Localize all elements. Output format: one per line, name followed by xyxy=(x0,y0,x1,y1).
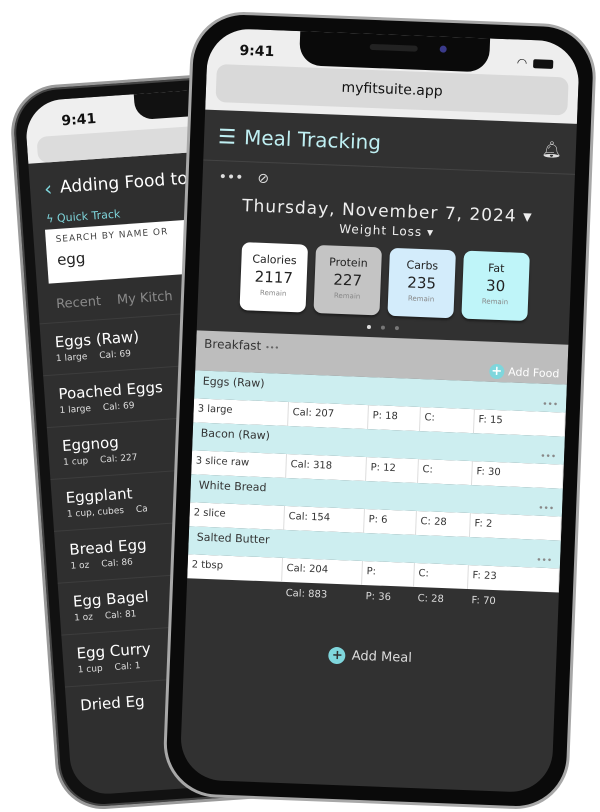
result-serving: 1 cup xyxy=(77,663,104,676)
battery-icon xyxy=(533,58,554,69)
food-protein: P: 18 xyxy=(368,405,421,432)
carousel-dot[interactable] xyxy=(394,326,400,331)
front-phone-frame: 9:41 ◠ myfitsuite.app ☰ Meal Tracking 🔔︎… xyxy=(161,10,598,812)
lightning-icon: ϟ xyxy=(45,212,54,226)
food-serving: 2 slice xyxy=(189,502,286,530)
page-title: Meal Tracking xyxy=(243,125,382,155)
card-label: Carbs xyxy=(406,258,439,273)
card-value: 235 xyxy=(407,273,437,293)
food-carbs: C: xyxy=(414,562,469,590)
card-sub: Remain xyxy=(333,291,361,301)
total-fat: F: 70 xyxy=(471,595,496,608)
more-options-icon[interactable]: ••• xyxy=(218,169,243,186)
food-list: Eggs (Raw) ••• 3 large Cal: 207 P: 18 C:… xyxy=(187,370,567,593)
result-calories: Cal: 86 xyxy=(100,557,134,570)
url-bar[interactable]: myfitsuite.app xyxy=(215,63,569,116)
plus-circle-icon: + xyxy=(328,646,347,665)
food-more-icon[interactable]: ••• xyxy=(536,556,552,567)
carousel-dot[interactable] xyxy=(380,325,386,330)
food-calories: Cal: 318 xyxy=(286,453,367,482)
food-more-icon[interactable]: ••• xyxy=(538,504,554,515)
macro-cards: Calories 2117 Remain Protein 227 Remain Ca… xyxy=(198,240,572,322)
food-serving: 2 tbsp xyxy=(187,554,284,582)
result-serving: 1 cup, cubes xyxy=(66,505,125,520)
plus-circle-icon: + xyxy=(488,363,505,380)
result-calories: Cal: 69 xyxy=(98,349,132,362)
food-protein: P: 6 xyxy=(364,509,417,535)
card-label: Protein xyxy=(328,255,368,270)
notch xyxy=(298,31,491,73)
total-calories: Cal: 883 xyxy=(285,588,328,601)
status-time: 9:41 xyxy=(60,110,97,130)
food-fat: F: 30 xyxy=(471,461,564,489)
status-time: 9:41 xyxy=(239,42,275,61)
food-calories: Cal: 207 xyxy=(288,402,369,430)
total-protein: P: 36 xyxy=(365,591,392,604)
status-icons: ◠ xyxy=(516,55,554,71)
front-phone-screen: 9:41 ◠ myfitsuite.app ☰ Meal Tracking 🔔︎… xyxy=(179,27,581,794)
back-chevron-icon[interactable]: ‹ xyxy=(43,176,53,200)
card-value: 2117 xyxy=(254,267,294,288)
food-more-icon[interactable]: ••• xyxy=(540,452,556,463)
food-fat: F: 15 xyxy=(473,409,566,437)
card-label: Fat xyxy=(487,261,505,276)
food-name: Bacon (Raw) xyxy=(200,426,271,443)
meal-section: Breakfast ••• + Add Food Eggs (Raw) ••• … xyxy=(186,330,569,615)
add-meal-button[interactable]: + Add Meal xyxy=(184,641,556,672)
chevron-down-icon: ▾ xyxy=(426,225,435,240)
macro-card-carbs[interactable]: Carbs 235 Remain xyxy=(387,247,456,319)
food-protein: P: xyxy=(362,560,415,587)
food-serving: 3 large xyxy=(193,398,290,426)
card-sub: Remain xyxy=(407,294,435,304)
food-name: Salted Butter xyxy=(196,530,270,547)
food-serving: 3 slice raw xyxy=(191,450,288,478)
hamburger-menu-icon[interactable]: ☰ xyxy=(218,124,237,149)
result-serving: 1 cup xyxy=(62,456,89,469)
result-calories: Ca xyxy=(135,504,149,516)
tab-recent[interactable]: Recent xyxy=(56,294,102,312)
bell-icon[interactable]: 🔔︎ xyxy=(541,139,562,159)
result-serving: 1 oz xyxy=(70,560,90,572)
card-sub: Remain xyxy=(259,288,287,298)
chevron-down-icon: ▾ xyxy=(522,206,533,228)
result-serving: 1 large xyxy=(59,404,92,417)
macro-card-protein[interactable]: Protein 227 Remain xyxy=(313,244,383,316)
food-carbs: C: xyxy=(418,459,473,486)
food-more-icon[interactable]: ••• xyxy=(542,400,558,411)
status-bar: 9:41 ◠ myfitsuite.app xyxy=(205,27,581,124)
food-carbs: C: xyxy=(420,407,475,434)
tab-my-kitchen[interactable]: My Kitch xyxy=(116,289,173,308)
card-label: Calories xyxy=(252,252,297,268)
speaker xyxy=(369,43,418,52)
result-serving: 1 large xyxy=(55,352,88,365)
result-calories: Cal: 227 xyxy=(99,452,138,466)
food-fat: F: 23 xyxy=(467,565,560,593)
card-value: 30 xyxy=(485,276,506,296)
food-calories: Cal: 204 xyxy=(282,557,363,585)
food-name: White Bread xyxy=(198,478,267,495)
page-title: Adding Food to xyxy=(59,168,189,198)
camera xyxy=(439,45,447,53)
card-value: 227 xyxy=(333,270,363,290)
meal-name: Breakfast ••• xyxy=(203,336,280,353)
meal-more-icon[interactable]: ••• xyxy=(265,343,279,353)
macro-card-fat[interactable]: Fat 30 Remain xyxy=(461,250,530,322)
card-sub: Remain xyxy=(481,297,509,307)
result-serving: 1 oz xyxy=(73,612,94,624)
add-food-button[interactable]: + Add Food xyxy=(488,363,560,382)
food-name: Eggs (Raw) xyxy=(202,374,265,391)
wifi-icon: ◠ xyxy=(516,55,528,70)
result-calories: Cal: 1 xyxy=(114,661,141,673)
hide-eye-icon[interactable]: ⊘ xyxy=(257,171,269,187)
food-calories: Cal: 154 xyxy=(284,505,365,533)
total-carbs: C: 28 xyxy=(417,593,445,606)
result-calories: Cal: 69 xyxy=(102,400,135,414)
food-protein: P: 12 xyxy=(366,457,419,484)
carousel-dot[interactable] xyxy=(366,324,372,330)
food-fat: F: 2 xyxy=(469,513,562,541)
macro-card-calories[interactable]: Calories 2117 Remain xyxy=(239,242,309,313)
result-calories: Cal: 81 xyxy=(104,609,137,622)
food-carbs: C: 28 xyxy=(416,511,471,538)
